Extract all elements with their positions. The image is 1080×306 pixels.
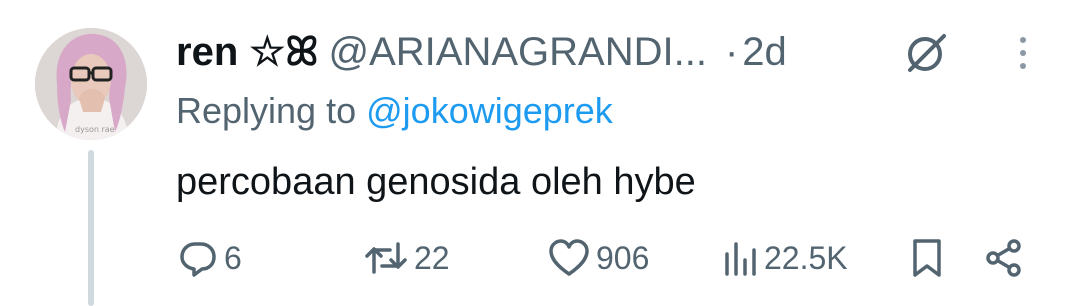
display-name[interactable]: ren ☆ꕤ	[176, 24, 319, 80]
avatar-shirt-text: dyson rae	[75, 125, 115, 134]
timestamp[interactable]: 2d	[742, 24, 787, 80]
views-count: 22.5K	[764, 239, 848, 276]
bookmark-button[interactable]	[910, 236, 944, 280]
avatar[interactable]: dyson rae	[35, 28, 147, 140]
replying-to-handle[interactable]: @jokowigeprek	[366, 90, 613, 131]
grok-icon[interactable]	[904, 30, 950, 76]
user-handle[interactable]: @ARIANAGRANDI...	[329, 24, 707, 80]
share-icon	[984, 238, 1024, 278]
replying-prefix: Replying to	[176, 90, 357, 131]
like-button[interactable]: 906	[548, 236, 649, 280]
replying-to-line: Replying to @jokowigeprek	[176, 86, 613, 136]
separator-dot: ·	[724, 30, 739, 74]
tweet-text: percobaan genosida oleh hybe	[176, 161, 696, 203]
retweet-icon	[364, 238, 408, 278]
reply-icon	[178, 238, 218, 278]
views-icon	[722, 238, 758, 278]
like-count: 906	[596, 239, 650, 276]
retweet-count: 22	[414, 239, 450, 276]
thread-line	[88, 150, 94, 306]
bookmark-icon	[910, 237, 944, 279]
reply-button[interactable]: 6	[178, 236, 242, 280]
share-button[interactable]	[984, 236, 1024, 280]
reply-count: 6	[224, 239, 242, 276]
more-icon[interactable]	[1008, 30, 1038, 76]
like-icon	[548, 238, 590, 278]
tweet-header: ren ☆ꕤ @ARIANAGRANDI... · 2d	[176, 24, 787, 80]
retweet-button[interactable]: 22	[364, 236, 450, 280]
views-button[interactable]: 22.5K	[722, 236, 848, 280]
